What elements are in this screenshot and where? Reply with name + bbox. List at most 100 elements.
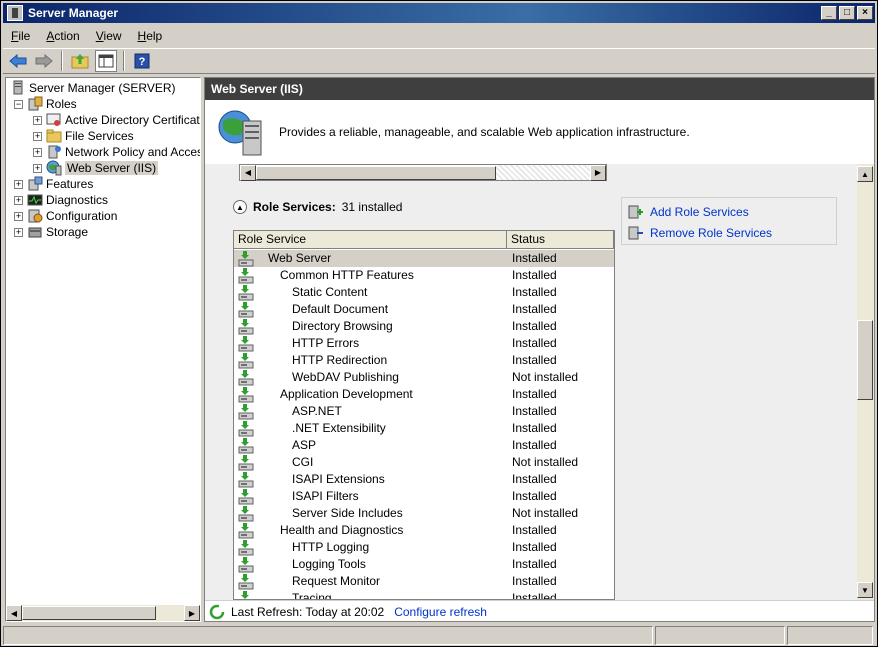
tree-node-features[interactable]: + Features: [14, 176, 93, 192]
table-row[interactable]: ASP Installed: [234, 437, 614, 454]
table-row[interactable]: Logging Tools Installed: [234, 556, 614, 573]
table-row[interactable]: WebDAV Publishing Not installed: [234, 369, 614, 386]
menu-bar: File Action View Help: [3, 25, 875, 47]
tree-horizontal-scrollbar[interactable]: ◀ ▶: [6, 605, 200, 621]
column-header-status[interactable]: Status: [507, 231, 614, 248]
expand-expander[interactable]: +: [33, 115, 42, 125]
role-service-status: Installed: [512, 319, 557, 333]
tree-node-diagnostics[interactable]: + Diagnostics: [14, 192, 108, 208]
tree-node-server-manager[interactable]: Server Manager (SERVER): [10, 80, 176, 96]
role-service-status: Installed: [512, 387, 557, 401]
title-bar[interactable]: Server Manager _ □ ×: [3, 3, 875, 23]
expand-expander[interactable]: +: [14, 211, 23, 221]
table-row[interactable]: ISAPI Filters Installed: [234, 488, 614, 505]
close-button[interactable]: ×: [857, 6, 873, 20]
expand-expander[interactable]: +: [33, 147, 42, 157]
column-header-role-service[interactable]: Role Service: [234, 231, 507, 248]
scroll-left-button[interactable]: ◀: [6, 605, 22, 621]
installed-server-icon: [238, 386, 254, 403]
role-service-status: Installed: [512, 472, 557, 486]
installed-server-icon: [238, 318, 254, 335]
network-policy-icon: [46, 144, 62, 160]
scroll-up-button[interactable]: ▲: [857, 166, 873, 182]
remove-role-services-icon: [628, 225, 644, 241]
window-title: Server Manager: [28, 6, 119, 20]
tree-node-ad-certificate[interactable]: + Active Directory Certificate: [33, 112, 200, 128]
menu-action[interactable]: Action: [38, 29, 87, 43]
role-service-status: Installed: [512, 438, 557, 452]
forward-button[interactable]: [33, 50, 55, 72]
tree-node-storage[interactable]: + Storage: [14, 224, 88, 240]
expand-expander[interactable]: +: [14, 179, 23, 189]
tree-node-network-policy[interactable]: + Network Policy and Access: [33, 144, 200, 160]
expand-expander[interactable]: +: [14, 227, 23, 237]
scroll-thumb[interactable]: [22, 606, 156, 620]
scroll-right-button[interactable]: ▶: [184, 605, 200, 621]
maximize-button[interactable]: □: [839, 6, 855, 20]
scroll-down-button[interactable]: ▼: [857, 582, 873, 598]
role-service-name: Default Document: [292, 302, 389, 316]
features-icon: [27, 176, 43, 192]
scroll-right-button[interactable]: ▶: [590, 164, 606, 181]
table-row[interactable]: Request Monitor Installed: [234, 573, 614, 590]
table-row[interactable]: ASP.NET Installed: [234, 403, 614, 420]
role-service-name: .NET Extensibility: [292, 421, 386, 435]
section-horizontal-scrollbar[interactable]: ◀ ▶: [239, 164, 607, 181]
back-button[interactable]: [7, 50, 29, 72]
menu-file[interactable]: File: [3, 29, 38, 43]
minimize-button[interactable]: _: [821, 6, 837, 20]
role-service-status: Not installed: [512, 455, 579, 469]
collapse-section-button[interactable]: ▲: [233, 200, 247, 214]
svg-text:?: ?: [139, 56, 146, 68]
storage-icon: [27, 224, 43, 240]
role-service-name: HTTP Logging: [292, 540, 370, 554]
role-service-status: Installed: [512, 591, 557, 600]
tree-node-file-services[interactable]: + File Services: [33, 128, 134, 144]
expand-expander[interactable]: +: [14, 195, 23, 205]
table-row[interactable]: Tracing Installed: [234, 590, 614, 600]
table-row[interactable]: Application Development Installed: [234, 386, 614, 403]
server-manager-window: Server Manager _ □ × File Action View He…: [0, 0, 878, 647]
role-service-name: Health and Diagnostics: [280, 523, 404, 537]
remove-role-services-link[interactable]: Remove Role Services: [628, 225, 772, 241]
scroll-thumb[interactable]: [857, 320, 873, 400]
help-icon: ?: [134, 53, 150, 69]
table-row[interactable]: Health and Diagnostics Installed: [234, 522, 614, 539]
role-services-table: Role Service Status Web Server Installed C…: [233, 230, 615, 600]
role-service-name: ISAPI Extensions: [292, 472, 385, 486]
scroll-thumb[interactable]: [256, 165, 496, 180]
configure-refresh-link[interactable]: Configure refresh: [394, 605, 487, 619]
table-row[interactable]: HTTP Errors Installed: [234, 335, 614, 352]
tree-node-roles[interactable]: − Roles: [14, 96, 77, 112]
menu-help[interactable]: Help: [130, 29, 171, 43]
expand-expander[interactable]: +: [33, 131, 42, 141]
table-row[interactable]: Directory Browsing Installed: [234, 318, 614, 335]
show-hide-console-tree-button[interactable]: [95, 50, 117, 72]
table-row[interactable]: Web Server Installed: [234, 250, 614, 267]
add-role-services-link[interactable]: Add Role Services: [628, 204, 749, 220]
menu-view[interactable]: View: [88, 29, 130, 43]
expand-expander[interactable]: +: [33, 163, 42, 173]
role-service-name: ASP: [292, 438, 317, 452]
table-row[interactable]: ISAPI Extensions Installed: [234, 471, 614, 488]
table-row[interactable]: Default Document Installed: [234, 301, 614, 318]
table-row[interactable]: HTTP Redirection Installed: [234, 352, 614, 369]
up-folder-button[interactable]: [69, 50, 91, 72]
table-row[interactable]: CGI Not installed: [234, 454, 614, 471]
table-row[interactable]: HTTP Logging Installed: [234, 539, 614, 556]
help-button[interactable]: ?: [131, 50, 153, 72]
installed-server-icon: [238, 590, 254, 599]
scroll-left-button[interactable]: ◀: [240, 164, 256, 181]
table-row[interactable]: Common HTTP Features Installed: [234, 267, 614, 284]
tree-node-web-server[interactable]: + Web Server (IIS): [33, 160, 159, 176]
table-row[interactable]: Static Content Installed: [234, 284, 614, 301]
collapse-expander[interactable]: −: [14, 99, 23, 109]
pane-vertical-scrollbar[interactable]: ▲ ▼: [857, 164, 874, 600]
role-service-status: Installed: [512, 421, 557, 435]
toolbar: ?: [3, 48, 875, 74]
table-row[interactable]: .NET Extensibility Installed: [234, 420, 614, 437]
section-title: Role Services:: [253, 200, 336, 214]
table-header: Role Service Status: [234, 231, 614, 249]
tree-node-configuration[interactable]: + Configuration: [14, 208, 117, 224]
table-row[interactable]: Server Side Includes Not installed: [234, 505, 614, 522]
